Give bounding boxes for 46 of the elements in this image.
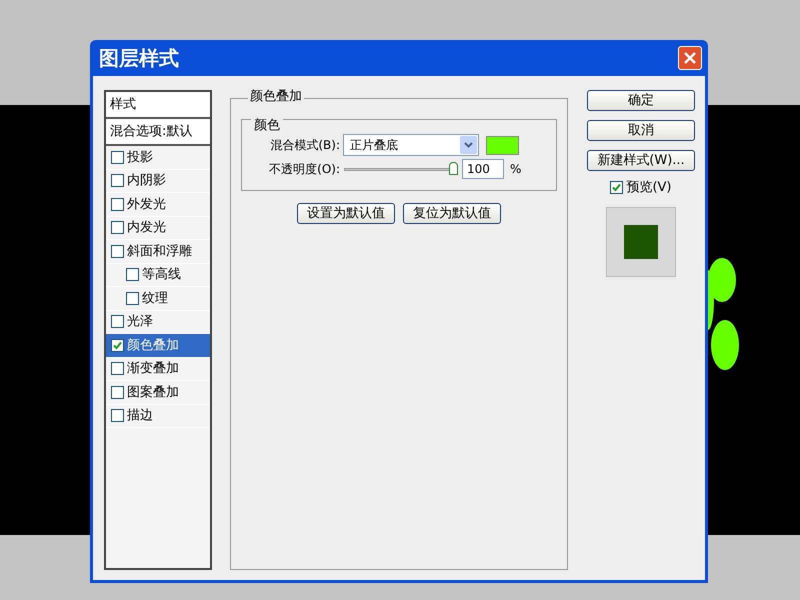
list-header[interactable]: 样式 <box>110 94 136 114</box>
unit-label: % <box>510 161 522 178</box>
style-item[interactable]: 纹理 <box>106 287 210 310</box>
field-label: 不透明度(O): <box>268 161 340 178</box>
dialog-button[interactable]: 设置为默认值 <box>297 203 395 224</box>
opacity-slider[interactable] <box>344 162 458 176</box>
blend-mode-dropdown[interactable]: 正片叠底 <box>343 134 479 156</box>
style-item[interactable]: 图案叠加 <box>106 381 210 404</box>
close-button[interactable] <box>678 46 702 70</box>
checkbox[interactable] <box>111 362 124 376</box>
dialog-button[interactable]: 复位为默认值 <box>403 203 501 224</box>
checkbox[interactable] <box>111 244 124 258</box>
preview-swatch <box>624 224 658 258</box>
close-icon <box>684 52 696 64</box>
style-item[interactable]: 内阴影 <box>106 170 210 193</box>
chevron-down-icon <box>460 136 477 154</box>
dialog-button[interactable]: 取消 <box>587 120 695 141</box>
dialog-button[interactable]: 新建样式(W)... <box>587 150 695 171</box>
section-title: 颜色叠加 <box>248 90 304 103</box>
dialog-button[interactable]: 确定 <box>587 90 695 111</box>
style-item[interactable]: 等高线 <box>106 264 210 287</box>
checkbox[interactable] <box>111 338 124 352</box>
opacity-field[interactable]: 100 <box>462 159 504 179</box>
style-item[interactable]: 斜面和浮雕 <box>106 240 210 264</box>
checkbox[interactable] <box>111 150 124 164</box>
group-title: 颜色 <box>251 119 283 132</box>
checkbox[interactable] <box>126 268 139 282</box>
checkbox[interactable] <box>111 315 124 328</box>
slider-thumb[interactable] <box>449 162 458 175</box>
checkbox[interactable] <box>111 198 124 211</box>
style-item[interactable]: 投影 <box>106 146 210 170</box>
window-title: 图层样式 <box>99 45 179 72</box>
preview-label: 预览(V) <box>626 179 672 197</box>
style-item[interactable]: 描边 <box>106 404 210 428</box>
checkbox[interactable] <box>111 221 124 234</box>
checkbox[interactable] <box>610 181 624 194</box>
style-item[interactable]: 外发光 <box>106 193 210 216</box>
checkbox[interactable] <box>111 174 124 188</box>
checkbox[interactable] <box>111 386 124 399</box>
style-item[interactable]: 内发光 <box>106 216 210 240</box>
style-item[interactable]: 颜色叠加 <box>106 334 210 358</box>
style-item[interactable]: 渐变叠加 <box>106 358 210 381</box>
checkbox[interactable] <box>111 409 124 422</box>
field-label: 混合模式(B): <box>269 137 340 154</box>
checkbox[interactable] <box>126 292 139 305</box>
color-swatch[interactable] <box>486 136 519 154</box>
